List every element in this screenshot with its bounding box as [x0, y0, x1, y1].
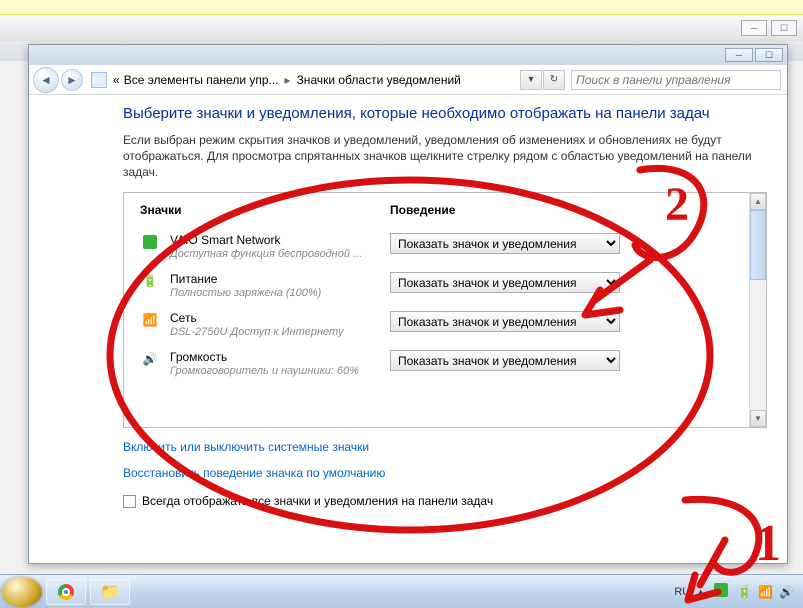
browser-max-button[interactable]: ☐ [771, 20, 797, 36]
row-desc: Доступная функция беспроводной ... [170, 248, 380, 260]
page-subtext: Если выбран режим скрытия значков и увед… [123, 132, 767, 181]
always-show-checkbox[interactable] [123, 495, 136, 508]
column-header-icons: Значки [140, 203, 390, 217]
tray-battery-icon[interactable]: 🔋 [737, 585, 752, 599]
vaio-icon [143, 235, 157, 249]
page-title: Выберите значки и уведомления, которые н… [123, 105, 767, 124]
row-title: VAIO Smart Network [170, 233, 380, 247]
browser-window-controls: ─ ☐ [0, 15, 803, 41]
taskbar-item-explorer[interactable]: 📁 [90, 579, 130, 605]
scroll-down-button[interactable]: ▼ [750, 410, 766, 427]
tray-overflow-icon[interactable]: ▲ [696, 587, 705, 597]
list-scrollbar[interactable]: ▲ ▼ [749, 193, 766, 427]
volume-icon: 🔊 [143, 352, 158, 366]
always-show-label: Всегда отображать все значки и уведомлен… [142, 494, 493, 508]
breadcrumb-overflow[interactable]: « [113, 73, 120, 87]
link-restore-defaults[interactable]: Восстановить поведение значка по умолчан… [123, 466, 767, 480]
window-max-button[interactable]: ☐ [755, 48, 783, 62]
tray-volume-icon[interactable]: 🔊 [779, 585, 794, 599]
nav-back-button[interactable]: ◄ [33, 67, 59, 93]
refresh-button[interactable]: ↻ [543, 70, 565, 90]
link-toggle-system-icons[interactable]: Включить или выключить системные значки [123, 440, 767, 454]
search-input[interactable] [571, 70, 781, 90]
taskbar[interactable]: 📁 RU ▲ 🔋 📶 🔊 [0, 574, 803, 608]
breadcrumb-separator: ▸ [285, 73, 291, 87]
tray-network-icon[interactable]: 📶 [758, 585, 773, 599]
behavior-select[interactable]: Показать значок и уведомления [390, 311, 620, 332]
scroll-thumb[interactable] [750, 210, 766, 280]
breadcrumb-part-2[interactable]: Значки области уведомлений [297, 73, 461, 87]
chrome-icon [58, 584, 74, 600]
nav-forward-button[interactable]: ► [61, 69, 83, 91]
icons-settings-frame: Значки Поведение VAIO Smart Network Дост… [123, 192, 767, 428]
row-title: Питание [170, 272, 380, 286]
tray-green-icon[interactable] [711, 583, 731, 600]
start-button[interactable] [2, 577, 42, 607]
behavior-select[interactable]: Показать значок и уведомления [390, 272, 620, 293]
battery-icon: 🔋 [143, 274, 158, 288]
row-title: Громкость [170, 350, 380, 364]
breadcrumb-dropdown[interactable]: ▾ [520, 70, 542, 90]
row-desc: DSL-2750U Доступ к Интернету [170, 326, 380, 338]
system-tray[interactable]: RU ▲ 🔋 📶 🔊 [671, 583, 803, 600]
control-panel-icon [91, 72, 107, 88]
row-desc: Полностью заряжена (100%) [170, 287, 380, 299]
network-icon: 📶 [143, 313, 158, 327]
row-desc: Громкоговоритель и наушники: 60% [170, 365, 380, 377]
search-box[interactable] [571, 70, 781, 90]
behavior-select[interactable]: Показать значок и уведомления [390, 350, 620, 371]
table-row: 🔋 Питание Полностью заряжена (100%) Пока… [124, 264, 749, 303]
window-min-button[interactable]: ─ [725, 48, 753, 62]
table-row: 📶 Сеть DSL-2750U Доступ к Интернету Пока… [124, 303, 749, 342]
behavior-select[interactable]: Показать значок и уведомления [390, 233, 620, 254]
scroll-up-button[interactable]: ▲ [750, 193, 766, 210]
table-row: 🔊 Громкость Громкоговоритель и наушники:… [124, 342, 749, 381]
address-bar: ◄ ► « Все элементы панели упр... ▸ Значк… [29, 65, 787, 95]
breadcrumb[interactable]: « Все элементы панели упр... ▸ Значки об… [113, 73, 461, 87]
taskbar-item-chrome[interactable] [46, 579, 86, 605]
row-title: Сеть [170, 311, 380, 325]
folder-icon: 📁 [100, 582, 120, 602]
breadcrumb-part-1[interactable]: Все элементы панели упр... [124, 73, 279, 87]
control-panel-window: ─ ☐ ◄ ► « Все элементы панели упр... ▸ З… [28, 44, 788, 564]
column-header-behavior: Поведение [390, 203, 733, 217]
browser-min-button[interactable]: ─ [741, 20, 767, 36]
language-indicator[interactable]: RU [674, 586, 690, 598]
table-row: VAIO Smart Network Доступная функция бес… [124, 225, 749, 264]
